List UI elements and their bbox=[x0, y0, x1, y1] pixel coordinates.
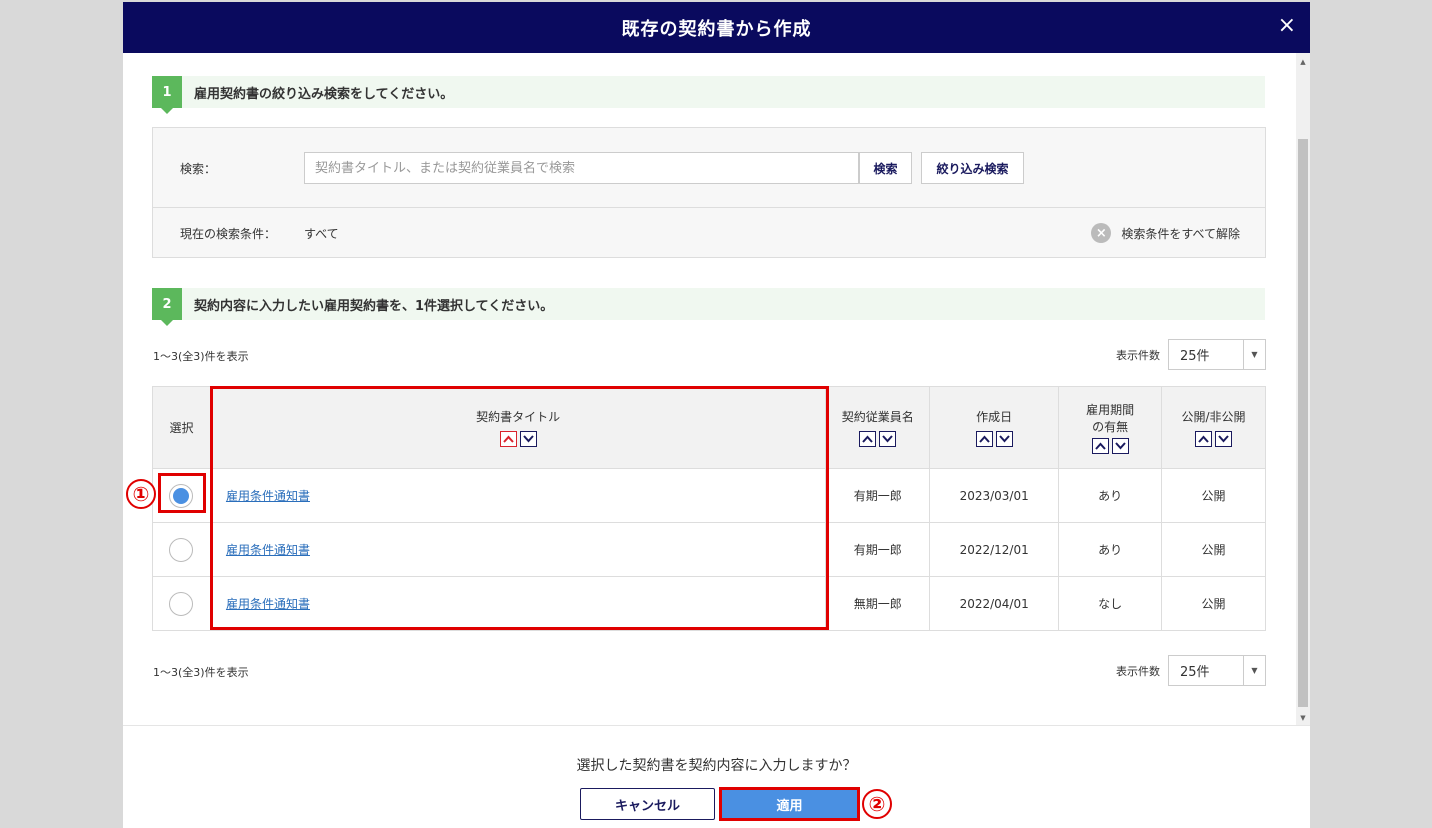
sort-asc-icon[interactable] bbox=[1195, 431, 1213, 447]
created-cell: 2022/12/01 bbox=[929, 522, 1060, 577]
employee-sort bbox=[826, 431, 929, 447]
per-page-bottom: 表示件数 25件 ▼ bbox=[1116, 655, 1266, 686]
table-row: 雇用条件通知書 無期一郎 2022/04/01 なし 公開 bbox=[152, 576, 1266, 631]
result-count-bottom: 1〜3(全3)件を表示 bbox=[153, 666, 249, 679]
step-2-header: 2 契約内容に入力したい雇用契約書を、1件選択してください。 bbox=[152, 288, 1265, 326]
title-sort bbox=[211, 431, 825, 447]
col-visibility: 公開/非公開 bbox=[1161, 386, 1266, 469]
sort-asc-icon[interactable] bbox=[975, 431, 993, 447]
table-row: 雇用条件通知書 有期一郎 2023/03/01 あり 公開 bbox=[152, 468, 1266, 523]
visibility-cell: 公開 bbox=[1161, 468, 1266, 523]
contract-title-link[interactable]: 雇用条件通知書 bbox=[211, 487, 825, 504]
title-cell: 雇用条件通知書 bbox=[209, 522, 827, 577]
search-button[interactable]: 検索 bbox=[859, 152, 912, 184]
employee-cell: 有期一郎 bbox=[825, 468, 931, 523]
per-page-label: 表示件数 bbox=[1116, 348, 1160, 362]
col-visibility-label: 公開/非公開 bbox=[1181, 410, 1246, 424]
clear-conditions-text: 検索条件をすべて解除 bbox=[1121, 226, 1240, 241]
scroll-up-icon[interactable]: ▲ bbox=[1296, 55, 1310, 69]
sort-desc-icon[interactable] bbox=[879, 431, 897, 447]
annotation-2: ② bbox=[862, 789, 892, 819]
modal-dialog: 既存の契約書から作成 × 1 雇用契約書の絞り込み検索をしてください。 検索： … bbox=[123, 2, 1310, 828]
select-cell bbox=[152, 522, 211, 577]
close-icon[interactable]: × bbox=[1278, 15, 1296, 37]
search-panel: 検索： 検索 絞り込み検索 現在の検索条件： すべて × 検索条件をすべて解除 bbox=[152, 127, 1266, 258]
title-cell: 雇用条件通知書 bbox=[209, 576, 827, 631]
search-input[interactable] bbox=[304, 152, 859, 184]
modal-body: 1 雇用契約書の絞り込み検索をしてください。 検索： 検索 絞り込み検索 現在の… bbox=[123, 53, 1310, 725]
employee-cell: 無期一郎 bbox=[825, 576, 931, 631]
period-cell: なし bbox=[1058, 576, 1163, 631]
modal-title: 既存の契約書から作成 bbox=[621, 18, 812, 40]
modal-header: 既存の契約書から作成 × bbox=[123, 2, 1310, 53]
annotation-1: ① bbox=[126, 479, 156, 509]
sort-desc-icon[interactable] bbox=[519, 431, 537, 447]
contract-title-link[interactable]: 雇用条件通知書 bbox=[211, 541, 825, 558]
confirm-question: 選択した契約書を契約内容に入力しますか？ bbox=[576, 758, 857, 774]
employee-cell: 有期一郎 bbox=[825, 522, 931, 577]
col-period-label-2: の有無 bbox=[1092, 420, 1129, 434]
search-row: 検索： 検索 絞り込み検索 bbox=[153, 128, 1265, 208]
row-radio[interactable] bbox=[169, 537, 194, 562]
per-page-select[interactable]: 25件 ▼ bbox=[1168, 655, 1266, 686]
clear-icon: × bbox=[1091, 223, 1112, 243]
period-cell: あり bbox=[1058, 522, 1163, 577]
sort-desc-icon[interactable] bbox=[1111, 438, 1129, 454]
per-page-select[interactable]: 25件 ▼ bbox=[1168, 339, 1266, 370]
per-page-label: 表示件数 bbox=[1116, 664, 1160, 678]
col-select: 選択 bbox=[152, 386, 211, 469]
col-period-label-1: 雇用期間 bbox=[1086, 403, 1135, 417]
search-label: 検索： bbox=[180, 162, 217, 176]
created-sort bbox=[930, 431, 1058, 447]
sort-desc-icon[interactable] bbox=[995, 431, 1013, 447]
modal-footer: 選択した契約書を契約内容に入力しますか？ キャンセル 適用 ② bbox=[123, 725, 1310, 828]
visibility-cell: 公開 bbox=[1161, 576, 1266, 631]
visibility-sort bbox=[1162, 431, 1265, 447]
sort-asc-icon[interactable] bbox=[499, 431, 517, 447]
sort-desc-icon[interactable] bbox=[1215, 431, 1233, 447]
sort-asc-icon[interactable] bbox=[859, 431, 877, 447]
per-page-value: 25件 bbox=[1180, 665, 1210, 680]
row-radio[interactable] bbox=[169, 591, 194, 616]
col-employee-label: 契約従業員名 bbox=[841, 410, 914, 424]
period-cell: あり bbox=[1058, 468, 1163, 523]
visibility-cell: 公開 bbox=[1161, 522, 1266, 577]
scroll-down-icon[interactable]: ▼ bbox=[1296, 711, 1310, 725]
scroll-thumb[interactable] bbox=[1298, 139, 1308, 707]
step-1-header: 1 雇用契約書の絞り込み検索をしてください。 bbox=[152, 76, 1265, 114]
created-cell: 2023/03/01 bbox=[929, 468, 1060, 523]
result-count-top: 1〜3(全3)件を表示 bbox=[153, 350, 249, 363]
per-page-top: 表示件数 25件 ▼ bbox=[1116, 339, 1266, 370]
filter-search-button[interactable]: 絞り込み検索 bbox=[921, 152, 1024, 184]
scrollbar[interactable]: ▲ ▼ bbox=[1296, 53, 1310, 725]
current-condition-value: すべて bbox=[304, 227, 339, 241]
table-row: 雇用条件通知書 有期一郎 2022/12/01 あり 公開 bbox=[152, 522, 1266, 577]
contract-table: 選択 契約書タイトル 契約従業員名 作成日 雇用期間 の有無 公開/非公開 雇用… bbox=[152, 386, 1266, 631]
step-2-badge: 2 bbox=[152, 288, 182, 326]
caret-down-icon: ▼ bbox=[1243, 340, 1265, 369]
period-sort bbox=[1059, 438, 1161, 454]
step-2-text: 契約内容に入力したい雇用契約書を、1件選択してください。 bbox=[194, 298, 554, 314]
apply-button[interactable]: 適用 bbox=[722, 790, 857, 818]
col-created: 作成日 bbox=[929, 386, 1060, 469]
cancel-button[interactable]: キャンセル bbox=[580, 788, 715, 820]
caret-down-icon: ▼ bbox=[1243, 656, 1265, 685]
step-1-text: 雇用契約書の絞り込み検索をしてください。 bbox=[194, 86, 454, 102]
current-condition-label: 現在の検索条件： bbox=[180, 227, 277, 241]
step-1-badge: 1 bbox=[152, 76, 182, 114]
title-cell: 雇用条件通知書 bbox=[209, 468, 827, 523]
contract-title-link[interactable]: 雇用条件通知書 bbox=[211, 595, 825, 612]
created-cell: 2022/04/01 bbox=[929, 576, 1060, 631]
per-page-value: 25件 bbox=[1180, 349, 1210, 364]
row-radio[interactable] bbox=[169, 483, 194, 508]
select-cell bbox=[152, 576, 211, 631]
col-employee: 契約従業員名 bbox=[825, 386, 931, 469]
col-period: 雇用期間 の有無 bbox=[1058, 386, 1163, 469]
sort-asc-icon[interactable] bbox=[1091, 438, 1109, 454]
col-created-label: 作成日 bbox=[976, 410, 1013, 424]
select-cell bbox=[152, 468, 211, 523]
col-title: 契約書タイトル bbox=[209, 386, 827, 469]
clear-conditions-button[interactable]: × 検索条件をすべて解除 bbox=[1091, 223, 1240, 243]
col-title-label: 契約書タイトル bbox=[476, 410, 561, 424]
